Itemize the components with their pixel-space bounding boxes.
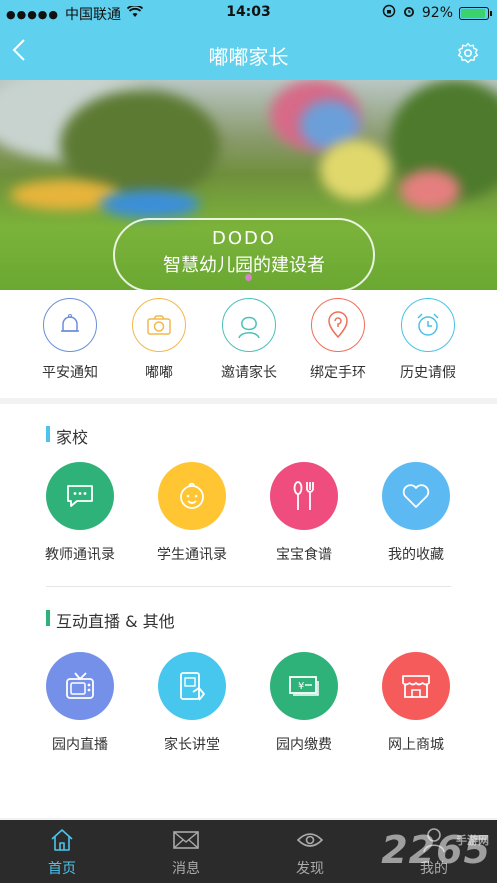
battery-percent: 92%	[421, 5, 453, 21]
money-icon: ¥	[270, 652, 338, 720]
grid-item-baby-recipes[interactable]: 宝宝食谱	[254, 462, 354, 564]
tv-icon	[46, 652, 114, 720]
banner-slogan: DODO 智慧幼儿园的建设者	[113, 218, 375, 290]
camera-icon	[132, 298, 186, 352]
quick-item-label: 邀请家长	[221, 365, 277, 381]
grid-item-label: 园内直播	[52, 737, 108, 753]
grid-item-my-favorites[interactable]: 我的收藏	[366, 462, 466, 564]
grid-item-teacher-contacts[interactable]: 教师通讯录	[30, 462, 130, 564]
tab-messages[interactable]: 消息	[146, 826, 226, 878]
carousel-indicator[interactable]	[245, 274, 252, 281]
svg-text:¥: ¥	[298, 681, 304, 692]
nav-bar: 嘟嘟家长	[0, 26, 497, 80]
quick-item-leave-history[interactable]: 历史请假	[383, 298, 473, 382]
grid-item-label: 我的收藏	[388, 547, 444, 563]
settings-button[interactable]	[457, 42, 479, 64]
banner-title: DODO	[211, 228, 277, 249]
eye-icon	[296, 826, 324, 854]
tab-label: 首页	[48, 861, 76, 877]
baby-face-icon	[158, 462, 226, 530]
battery-fill	[461, 8, 485, 18]
quick-item-safety-notice[interactable]: 平安通知	[25, 298, 115, 382]
grid-item-label: 宝宝食谱	[276, 547, 332, 563]
tab-label: 消息	[172, 861, 200, 877]
grid-item-label: 园内缴费	[276, 737, 332, 753]
quick-item-bind-bracelet[interactable]: 绑定手环	[293, 298, 383, 382]
rotation-lock-icon	[382, 4, 396, 22]
bracelet-icon	[311, 298, 365, 352]
grid-item-label: 学生通讯录	[157, 547, 227, 563]
spoon-fork-icon	[270, 462, 338, 530]
section-title-school: 家校	[46, 424, 88, 448]
grid-item-campus-payment[interactable]: ¥ 园内缴费	[254, 652, 354, 754]
quick-item-label: 绑定手环	[310, 365, 366, 381]
tablet-icon	[158, 652, 226, 720]
grid-item-campus-live[interactable]: 园内直播	[30, 652, 130, 754]
banner-bg-horse	[400, 170, 460, 210]
feature-card: 家校 教师通讯录 学生通讯录 宝宝食谱 我的收藏 互动直播 & 其他 园内直播	[0, 404, 497, 818]
person-icon	[222, 298, 276, 352]
banner-carousel[interactable]: DODO 智慧幼儿园的建设者	[0, 80, 497, 290]
quick-item-label: 嘟嘟	[145, 365, 173, 381]
status-bar: ●●●●● 中国联通 14:03 92%	[0, 0, 497, 26]
quick-item-invite-parent[interactable]: 邀请家长	[204, 298, 294, 382]
banner-subtitle: 智慧幼儿园的建设者	[163, 255, 325, 276]
banner-bg-slide	[320, 140, 390, 200]
battery-icon	[459, 6, 492, 20]
heart-icon	[382, 462, 450, 530]
chat-icon	[46, 462, 114, 530]
section-title-live-other: 互动直播 & 其他	[46, 608, 175, 632]
home-icon	[48, 826, 76, 854]
quick-item-label: 历史请假	[400, 365, 456, 381]
shop-icon	[382, 652, 450, 720]
grid-item-student-contacts[interactable]: 学生通讯录	[142, 462, 242, 564]
tab-discover[interactable]: 发现	[270, 826, 350, 878]
grid-item-online-shop[interactable]: 网上商城	[366, 652, 466, 754]
watermark: 2265 手游网	[381, 828, 491, 872]
banner-bg-seesaw	[100, 190, 200, 218]
tab-home[interactable]: 首页	[22, 826, 102, 878]
quick-actions: 平安通知 嘟嘟 邀请家长 绑定手环 历史请假	[0, 290, 497, 398]
quick-item-label: 平安通知	[42, 365, 98, 381]
grid-item-label: 家长讲堂	[164, 737, 220, 753]
mail-icon	[172, 826, 200, 854]
bell-icon	[43, 298, 97, 352]
alarm-clock-icon	[401, 298, 455, 352]
quick-item-dudu[interactable]: 嘟嘟	[114, 298, 204, 382]
tab-bar: 首页 消息 发现 我的 2265 手游网	[0, 820, 497, 883]
status-right: 92%	[382, 4, 492, 22]
watermark-text: 手游网	[456, 834, 489, 847]
gear-icon	[457, 42, 479, 64]
grid-item-label: 教师通讯录	[45, 547, 115, 563]
alarm-icon	[402, 4, 416, 22]
grid-item-parent-lecture[interactable]: 家长讲堂	[142, 652, 242, 754]
section-divider	[46, 586, 451, 587]
page-title: 嘟嘟家长	[208, 45, 289, 69]
grid-item-label: 网上商城	[388, 737, 444, 753]
tab-label: 发现	[296, 861, 324, 877]
